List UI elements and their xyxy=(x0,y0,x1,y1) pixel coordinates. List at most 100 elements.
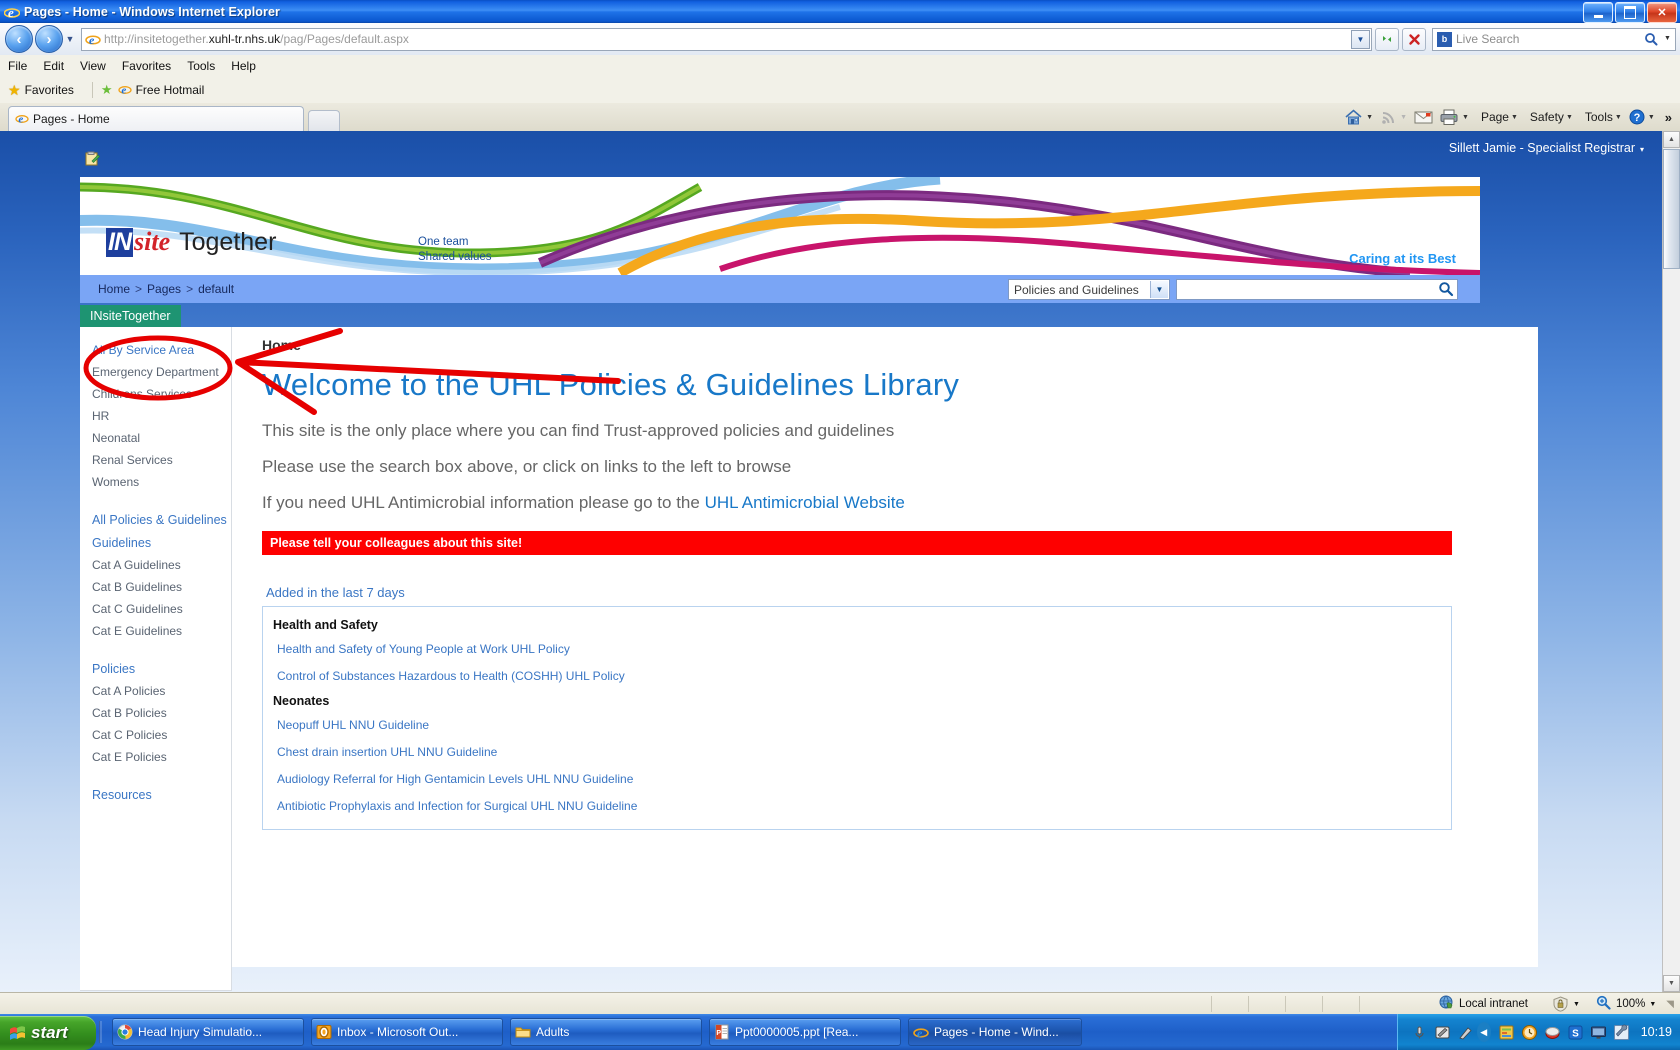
sidebar-item-cat-a-guidelines[interactable]: Cat A Guidelines xyxy=(80,554,231,576)
command-page-button[interactable]: Page xyxy=(1481,110,1509,124)
menu-help[interactable]: Help xyxy=(231,59,256,73)
clock-icon[interactable] xyxy=(1521,1024,1538,1041)
sophos-icon[interactable]: S xyxy=(1567,1024,1584,1041)
sidebar-item-emergency-department[interactable]: Emergency Department xyxy=(80,361,231,383)
shield-red-icon[interactable] xyxy=(1544,1024,1561,1041)
back-button[interactable]: ‹ xyxy=(5,25,33,53)
search-scope-select[interactable]: Policies and Guidelines ▼ xyxy=(1008,279,1170,300)
document-link[interactable]: Chest drain insertion UHL NNU Guideline xyxy=(277,745,1439,759)
taskbar-item-powerpoint[interactable]: P Ppt0000005.ppt [Rea... xyxy=(709,1018,901,1046)
start-button[interactable]: start xyxy=(0,1015,96,1050)
resize-grip-icon[interactable]: ◥ xyxy=(1666,999,1674,1010)
user-menu[interactable]: Sillett Jamie - Specialist Registrar ▾ xyxy=(1449,141,1644,155)
document-link[interactable]: Control of Substances Hazardous to Healt… xyxy=(277,669,1439,683)
menu-favorites[interactable]: Favorites xyxy=(122,59,171,73)
security-zone[interactable]: Local intranet xyxy=(1431,995,1536,1013)
sidebar-item-cat-c-policies[interactable]: Cat C Policies xyxy=(80,724,231,746)
refresh-button[interactable] xyxy=(1375,27,1399,51)
zoom-caret-icon[interactable]: ▼ xyxy=(1649,1001,1656,1008)
scroll-up-arrow-icon[interactable]: ▲ xyxy=(1663,131,1680,148)
site-tab-insitetogether[interactable]: INsiteTogether xyxy=(80,305,181,327)
add-to-favorites-icon[interactable]: ★ xyxy=(101,82,113,98)
pen-icon[interactable] xyxy=(1457,1024,1474,1041)
sidebar-item-cat-b-guidelines[interactable]: Cat B Guidelines xyxy=(80,576,231,598)
sidebar-item-hr[interactable]: HR xyxy=(80,405,231,427)
taskbar-item-head-injury[interactable]: Head Injury Simulatio... xyxy=(112,1018,304,1046)
help-caret-icon[interactable]: ▼ xyxy=(1648,114,1655,121)
url-dropdown-caret-icon[interactable]: ▼ xyxy=(1351,29,1370,49)
microphone-icon[interactable] xyxy=(1411,1024,1428,1041)
sidebar-item-policies[interactable]: Policies xyxy=(80,658,231,680)
taskbar-item-outlook-inbox[interactable]: Inbox - Microsoft Out... xyxy=(311,1018,503,1046)
mail-icon[interactable] xyxy=(1414,110,1433,125)
menu-edit[interactable]: Edit xyxy=(43,59,64,73)
menu-file[interactable]: File xyxy=(8,59,27,73)
sidebar-item-all-policies-guidelines[interactable]: All Policies & Guidelines xyxy=(80,509,231,532)
url-bar[interactable]: e http://insitetogether.xuhl-tr.nhs.uk/p… xyxy=(81,27,1372,51)
taskbar-item-pages-home[interactable]: e Pages - Home - Wind... xyxy=(908,1018,1082,1046)
added-last-7-days-label[interactable]: Added in the last 7 days xyxy=(266,585,1510,600)
scroll-down-arrow-icon[interactable]: ▼ xyxy=(1663,975,1680,992)
menu-tools[interactable]: Tools xyxy=(187,59,215,73)
document-link[interactable]: Audiology Referral for High Gentamicin L… xyxy=(277,772,1439,786)
sidebar-item-all-by-service-area[interactable]: All By Service Area xyxy=(80,339,231,361)
menu-view[interactable]: View xyxy=(80,59,106,73)
user-menu-caret-icon[interactable]: ▾ xyxy=(1640,145,1644,154)
sidebar-item-cat-e-guidelines[interactable]: Cat E Guidelines xyxy=(80,620,231,642)
vertical-scrollbar[interactable]: ▲ ▼ xyxy=(1662,131,1680,992)
new-tab-button[interactable] xyxy=(308,110,340,131)
browser-search-box[interactable]: b Live Search ▼ xyxy=(1432,27,1676,51)
chevron-down-icon[interactable]: ▼ xyxy=(1150,281,1168,298)
page-caret-icon[interactable]: ▼ xyxy=(1511,114,1518,121)
sidebar-item-childrens-services[interactable]: Childrens Services xyxy=(80,383,231,405)
favorites-item-free-hotmail[interactable]: e Free Hotmail xyxy=(117,82,204,99)
display-icon[interactable] xyxy=(1590,1024,1607,1041)
minimize-button[interactable] xyxy=(1583,2,1613,23)
document-link[interactable]: Antibiotic Prophylaxis and Infection for… xyxy=(277,799,1439,813)
sidebar-item-cat-c-guidelines[interactable]: Cat C Guidelines xyxy=(80,598,231,620)
protected-mode-icon[interactable] xyxy=(1552,996,1569,1012)
command-tools-button[interactable]: Tools xyxy=(1585,110,1613,124)
sidebar-item-resources[interactable]: Resources xyxy=(80,784,231,806)
maximize-button[interactable] xyxy=(1615,2,1645,23)
command-overflow-icon[interactable]: » xyxy=(1665,110,1672,125)
stop-button[interactable] xyxy=(1402,27,1426,51)
search-provider-caret-icon[interactable]: ▼ xyxy=(1661,30,1674,48)
breadcrumb-item-pages[interactable]: Pages xyxy=(147,282,181,296)
sidebar-item-cat-a-policies[interactable]: Cat A Policies xyxy=(80,680,231,702)
show-hidden-icons-button[interactable]: ◀ xyxy=(1476,1022,1491,1042)
scrollbar-thumb[interactable] xyxy=(1663,149,1680,269)
protected-mode-caret-icon[interactable]: ▼ xyxy=(1573,1001,1580,1008)
notes-icon[interactable] xyxy=(1498,1024,1515,1041)
printer-caret-icon[interactable]: ▼ xyxy=(1462,114,1469,121)
sidebar-item-cat-e-policies[interactable]: Cat E Policies xyxy=(80,746,231,768)
site-logo[interactable]: IN site Together xyxy=(106,227,276,257)
home-caret-icon[interactable]: ▼ xyxy=(1366,114,1373,121)
zoom-control[interactable]: 100% xyxy=(1596,995,1645,1013)
recent-pages-caret-icon[interactable]: ▼ xyxy=(63,34,77,44)
document-link[interactable]: Neopuff UHL NNU Guideline xyxy=(277,718,1439,732)
favorites-button[interactable]: ★ Favorites xyxy=(8,82,74,99)
forward-button[interactable]: › xyxy=(35,25,63,53)
tool-icon[interactable] xyxy=(1613,1024,1630,1041)
sidebar-item-neonatal[interactable]: Neonatal xyxy=(80,427,231,449)
close-button[interactable]: ✕ xyxy=(1647,2,1677,23)
sidebar-item-guidelines[interactable]: Guidelines xyxy=(80,532,231,554)
breadcrumb-item-default[interactable]: default xyxy=(198,282,234,296)
tab-pages-home[interactable]: e Pages - Home xyxy=(8,106,304,131)
printer-icon[interactable] xyxy=(1439,108,1459,126)
tray-clock-label[interactable]: 10:19 xyxy=(1641,1025,1672,1039)
document-link[interactable]: Health and Safety of Young People at Wor… xyxy=(277,642,1439,656)
sidebar-item-womens[interactable]: Womens xyxy=(80,471,231,493)
safety-caret-icon[interactable]: ▼ xyxy=(1566,114,1573,121)
site-search-icon[interactable] xyxy=(1438,281,1454,300)
edit-page-icon[interactable] xyxy=(84,151,100,167)
uhl-antimicrobial-website-link[interactable]: UHL Antimicrobial Website xyxy=(705,493,905,512)
taskbar-item-adults-folder[interactable]: Adults xyxy=(510,1018,702,1046)
help-icon[interactable]: ? xyxy=(1629,109,1645,125)
home-icon[interactable] xyxy=(1344,108,1363,126)
sidebar-item-cat-b-policies[interactable]: Cat B Policies xyxy=(80,702,231,724)
tablet-pen-icon[interactable] xyxy=(1434,1024,1451,1041)
site-search-input[interactable] xyxy=(1176,279,1458,300)
command-safety-button[interactable]: Safety xyxy=(1530,110,1564,124)
